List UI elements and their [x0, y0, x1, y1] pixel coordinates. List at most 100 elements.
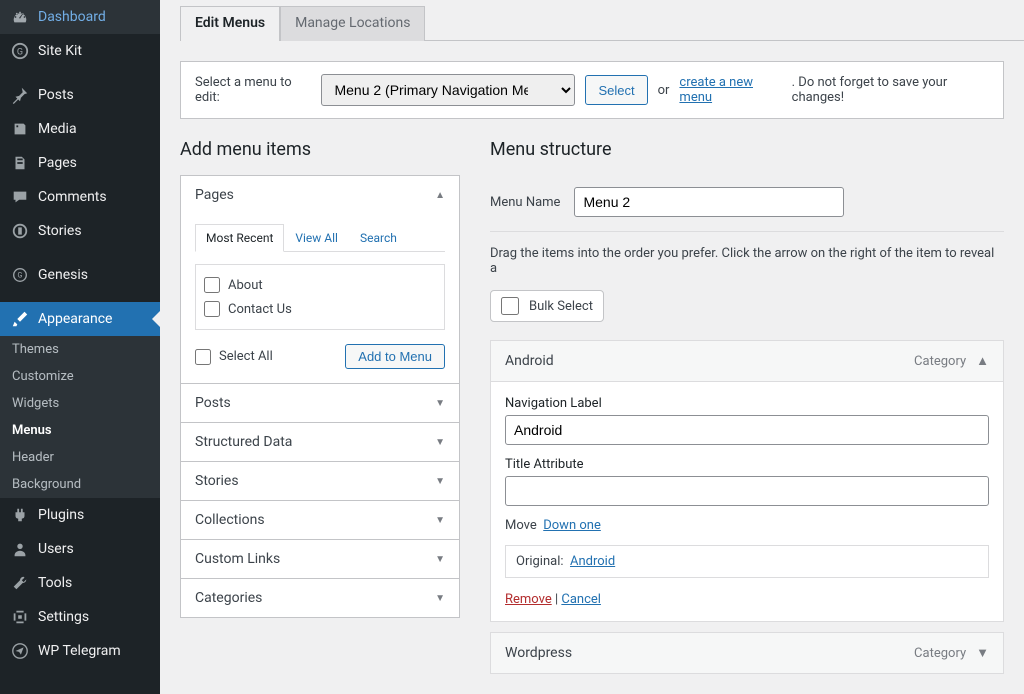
menu-select[interactable]: Menu 2 (Primary Navigation Menu) [321, 74, 575, 106]
sidebar-label: Pages [38, 155, 77, 171]
sidebar-label: Genesis [38, 267, 88, 283]
bulk-select-checkbox[interactable] [501, 297, 519, 315]
plug-icon [10, 505, 30, 525]
sidebar-label: WP Telegram [38, 643, 121, 659]
page-option-about[interactable]: About [204, 273, 436, 297]
accordion-title: Pages [195, 187, 234, 203]
sidebar-item-posts[interactable]: Posts [0, 78, 160, 112]
settings-icon [10, 607, 30, 627]
accordion-custom-links[interactable]: Custom Links▼ [181, 540, 459, 578]
select-all-row[interactable]: Select All [195, 345, 273, 369]
sidebar-item-users[interactable]: Users [0, 532, 160, 566]
submenu-widgets[interactable]: Widgets [0, 390, 160, 417]
bulk-select-row[interactable]: Bulk Select [490, 290, 604, 322]
chevron-down-icon: ▼ [435, 554, 445, 565]
nav-label-input[interactable] [505, 415, 989, 445]
comments-icon [10, 187, 30, 207]
user-icon [10, 539, 30, 559]
sidebar-label: Site Kit [38, 43, 82, 59]
accordion-categories[interactable]: Categories▼ [181, 579, 459, 617]
menu-item-name: Android [505, 353, 554, 369]
create-new-menu-link[interactable]: create a new menu [679, 75, 781, 105]
sidebar-label: Settings [38, 609, 89, 625]
sidebar-label: Comments [38, 189, 107, 205]
chevron-down-icon: ▼ [435, 515, 445, 526]
pages-icon [10, 153, 30, 173]
cancel-link[interactable]: Cancel [561, 592, 601, 607]
sidebar-item-comments[interactable]: Comments [0, 180, 160, 214]
page-option-contact[interactable]: Contact Us [204, 297, 436, 321]
accordion-collections[interactable]: Collections▼ [181, 501, 459, 539]
select-menu-label: Select a menu to edit: [195, 75, 311, 105]
select-menu-bar: Select a menu to edit: Menu 2 (Primary N… [180, 61, 1004, 119]
chevron-up-icon: ▲ [435, 190, 445, 201]
menu-item-type: Category [914, 646, 966, 661]
stories-icon [10, 221, 30, 241]
sidebar-label: Stories [38, 223, 82, 239]
nav-label-label: Navigation Label [505, 396, 989, 411]
sidebar-item-media[interactable]: Media [0, 112, 160, 146]
drag-hint-text: Drag the items into the order you prefer… [490, 232, 1004, 290]
submenu-themes[interactable]: Themes [0, 336, 160, 363]
chevron-down-icon: ▼ [435, 476, 445, 487]
sidebar-item-plugins[interactable]: Plugins [0, 498, 160, 532]
menu-item-wordpress[interactable]: Wordpress Category ▼ [490, 632, 1004, 674]
svg-text:G: G [17, 48, 23, 58]
title-attr-label: Title Attribute [505, 457, 989, 472]
telegram-icon [10, 641, 30, 661]
submenu-menus[interactable]: Menus [0, 417, 160, 444]
subtab-view-all[interactable]: View All [284, 224, 349, 252]
submenu-header[interactable]: Header [0, 444, 160, 471]
sidebar-label: Plugins [38, 507, 84, 523]
move-label: Move [505, 518, 537, 533]
checkbox-about[interactable] [204, 277, 220, 293]
subtab-most-recent[interactable]: Most Recent [195, 224, 284, 252]
sidebar-label: Posts [38, 87, 74, 103]
sidebar-item-wptelegram[interactable]: WP Telegram [0, 634, 160, 668]
brush-icon [10, 309, 30, 329]
tab-manage-locations[interactable]: Manage Locations [280, 6, 425, 41]
chevron-up-icon: ▲ [976, 353, 989, 369]
title-attr-input[interactable] [505, 476, 989, 506]
chevron-down-icon: ▼ [976, 645, 989, 661]
original-link[interactable]: Android [570, 554, 615, 569]
menu-structure-heading: Menu structure [490, 139, 1004, 160]
sidebar-item-genesis[interactable]: G Genesis [0, 258, 160, 292]
remove-link[interactable]: Remove [505, 592, 552, 607]
sidebar-label: Dashboard [38, 9, 106, 25]
sidebar-item-appearance[interactable]: Appearance [0, 302, 160, 336]
submenu-customize[interactable]: Customize [0, 363, 160, 390]
sidebar-item-pages[interactable]: Pages [0, 146, 160, 180]
checkbox-select-all[interactable] [195, 349, 211, 365]
accordion-structured-data[interactable]: Structured Data▼ [181, 423, 459, 461]
original-label: Original: [516, 554, 564, 569]
chevron-down-icon: ▼ [435, 437, 445, 448]
pin-icon [10, 85, 30, 105]
move-down-link[interactable]: Down one [543, 518, 601, 533]
menu-item-type: Category [914, 354, 966, 369]
sidebar-item-settings[interactable]: Settings [0, 600, 160, 634]
sidebar-item-stories[interactable]: Stories [0, 214, 160, 248]
accordion-pages[interactable]: Pages ▲ [181, 176, 459, 214]
checkbox-contact[interactable] [204, 301, 220, 317]
menu-name-input[interactable] [574, 187, 844, 217]
sidebar-item-dashboard[interactable]: Dashboard [0, 0, 160, 34]
media-icon [10, 119, 30, 139]
sidebar-label: Users [38, 541, 74, 557]
menu-item-android[interactable]: Android Category ▲ Navigation Label Titl… [490, 340, 1004, 622]
sidebar-item-tools[interactable]: Tools [0, 566, 160, 600]
accordion-stories[interactable]: Stories▼ [181, 462, 459, 500]
menu-item-header[interactable]: Android Category ▲ [491, 341, 1003, 381]
sidebar-item-sitekit[interactable]: G Site Kit [0, 34, 160, 68]
nav-tabs: Edit Menus Manage Locations [180, 6, 1024, 41]
menu-item-header[interactable]: Wordpress Category ▼ [491, 633, 1003, 673]
select-button[interactable]: Select [585, 75, 647, 105]
subtab-search[interactable]: Search [349, 224, 408, 252]
save-hint: . Do not forget to save your changes! [792, 75, 989, 105]
add-to-menu-button[interactable]: Add to Menu [345, 344, 445, 369]
submenu-background[interactable]: Background [0, 471, 160, 498]
wrench-icon [10, 573, 30, 593]
sidebar-label: Media [38, 121, 77, 137]
tab-edit-menus[interactable]: Edit Menus [180, 6, 280, 41]
accordion-posts[interactable]: Posts▼ [181, 384, 459, 422]
